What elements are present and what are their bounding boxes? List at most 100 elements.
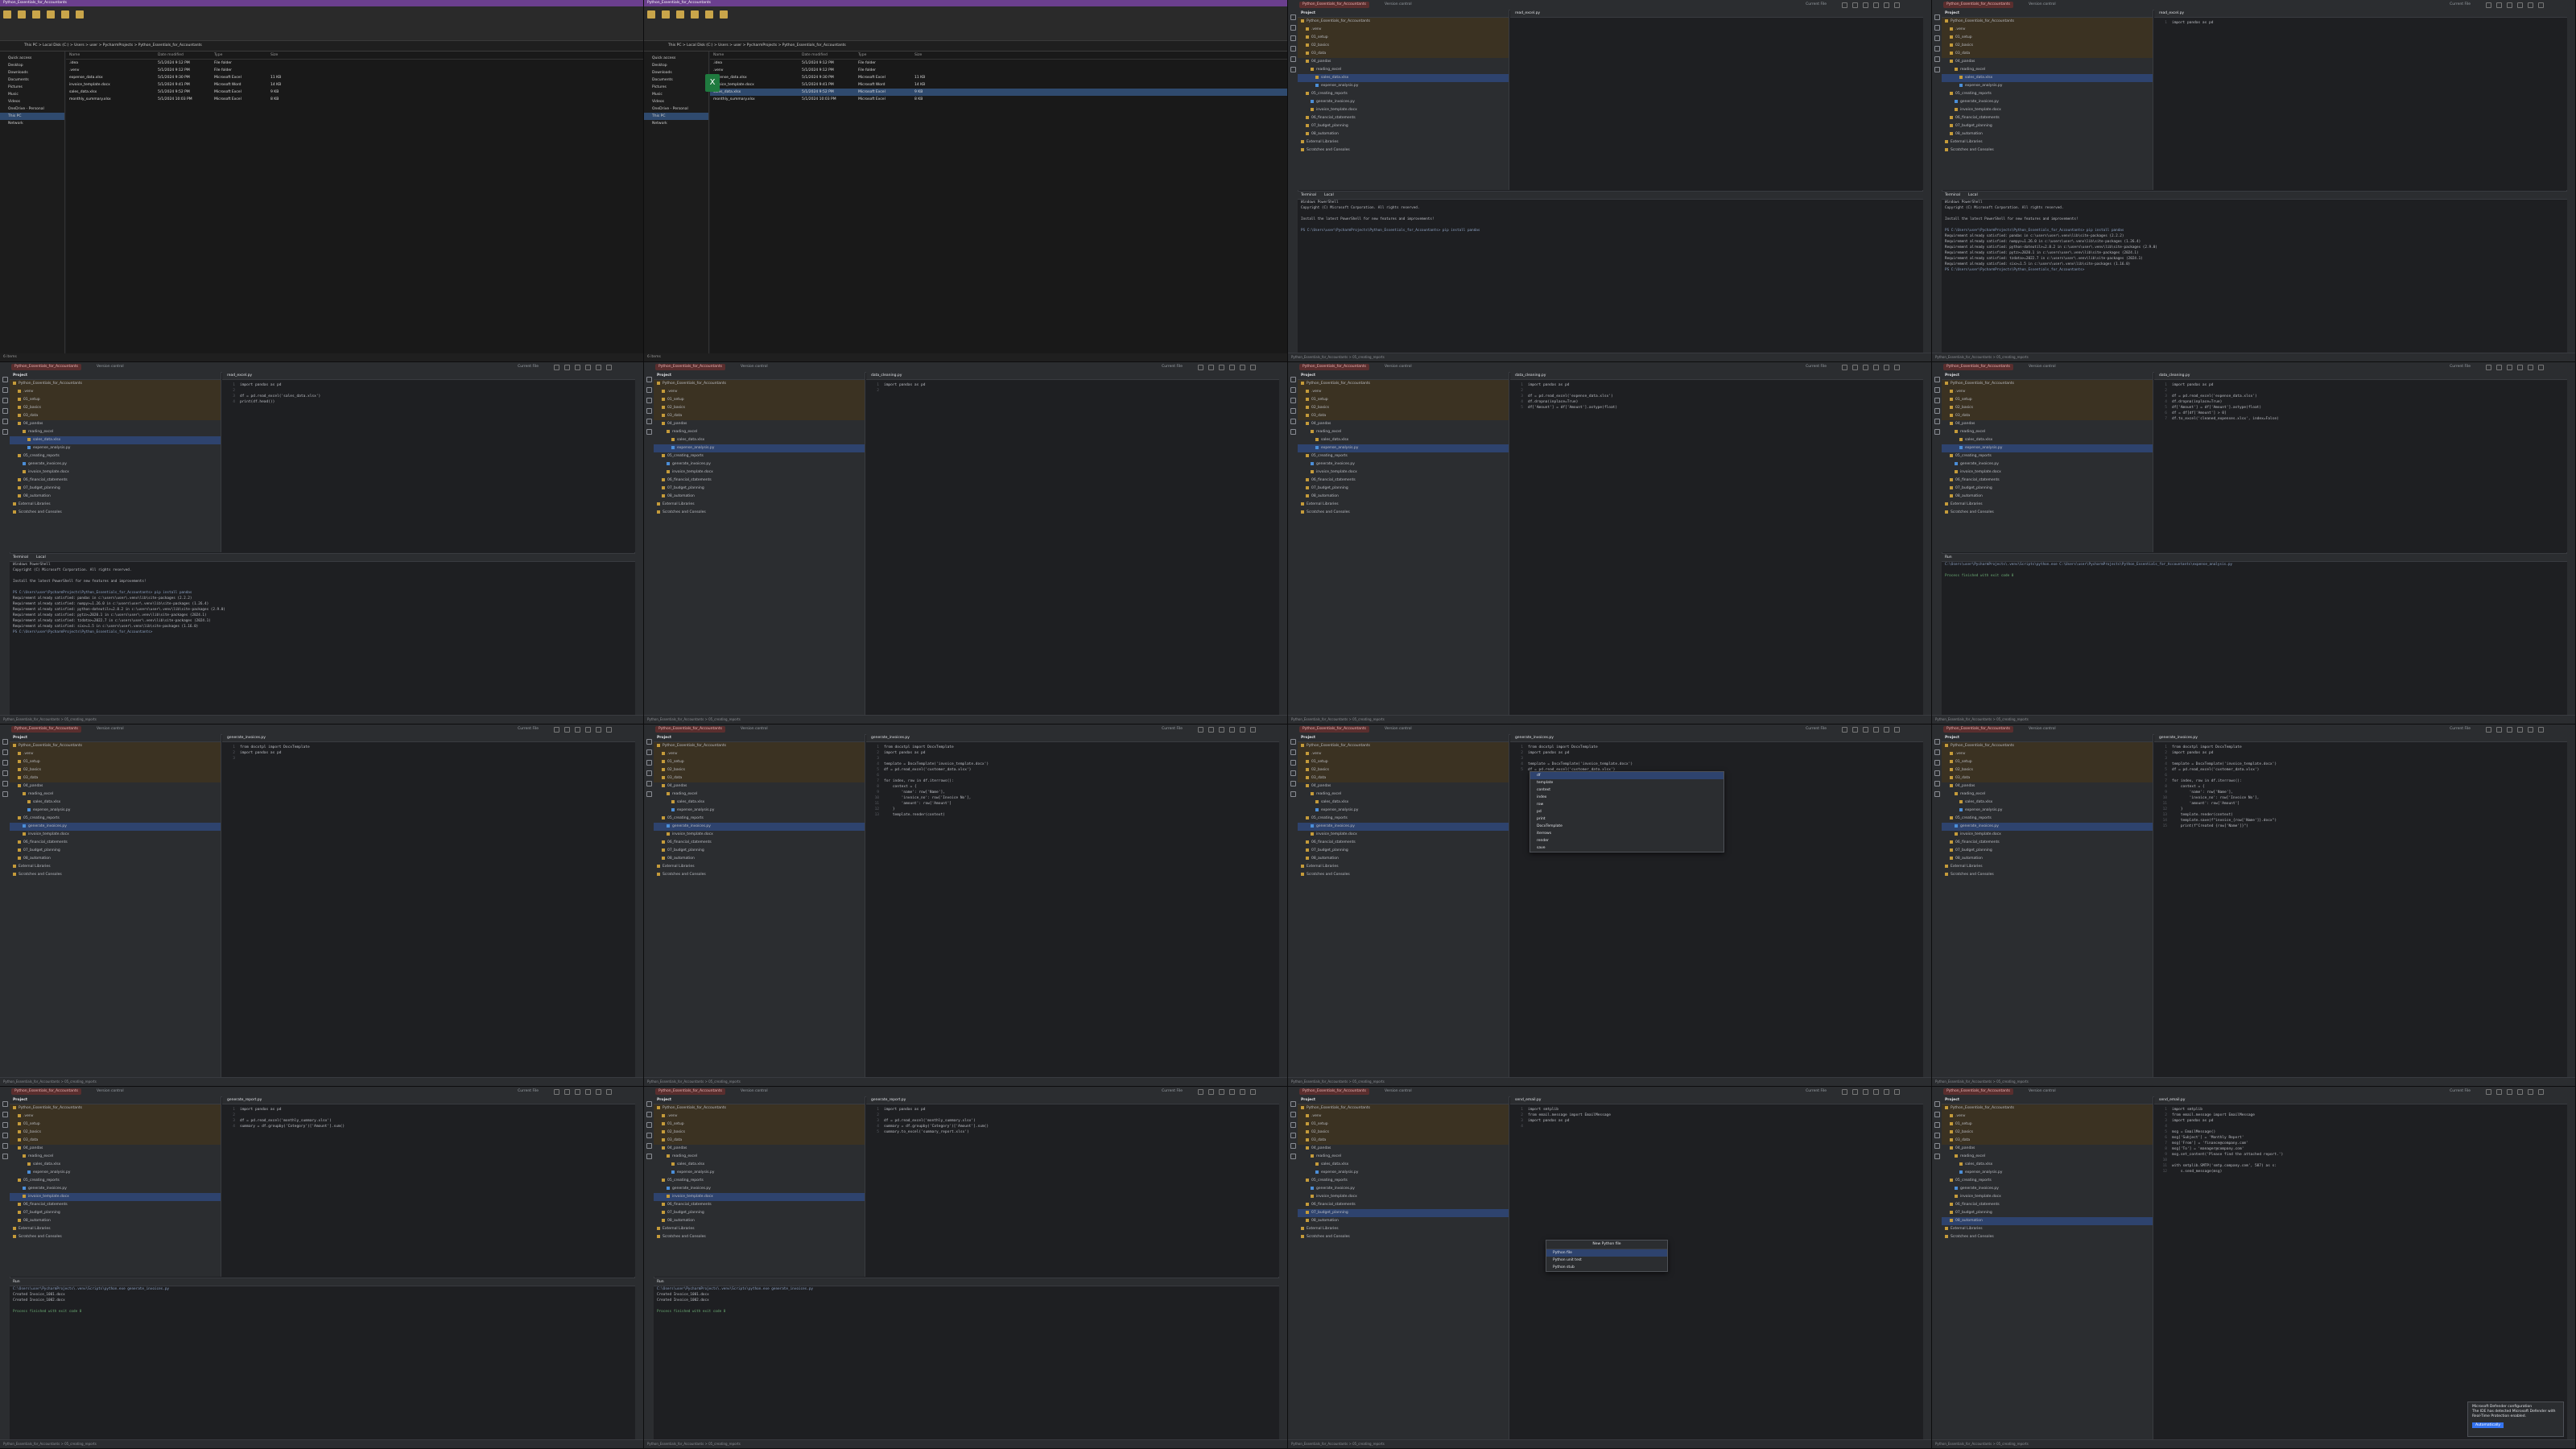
tree-item[interactable]: sales_data.xlsx: [1298, 799, 1509, 807]
tree-item[interactable]: expense_analysis.py: [1942, 82, 2153, 90]
code-area[interactable]: 1 import pandas as pd 2 3 df = pd.read_excel…: [222, 380, 635, 405]
console-output[interactable]: C:\Users\user\PycharmProjects\.venv\Scri…: [1942, 562, 2567, 579]
tree-item[interactable]: expense_analysis.py: [1298, 444, 1509, 452]
tree-item[interactable]: Python_Essentials_for_Accountants: [1298, 380, 1509, 388]
close-icon[interactable]: [1894, 1089, 1900, 1095]
tree-item[interactable]: 08_automation: [1942, 493, 2153, 501]
window-controls[interactable]: [2483, 1088, 2572, 1095]
tree-item[interactable]: invoice_template.docx: [1298, 1193, 1509, 1201]
tree-item[interactable]: 02_basics: [10, 1129, 221, 1137]
nav-item[interactable]: OneDrive - Personal: [0, 105, 64, 113]
rename-icon[interactable]: [691, 10, 699, 19]
window-controls[interactable]: [1195, 364, 1284, 370]
tree-item[interactable]: Python_Essentials_for_Accountants: [654, 742, 865, 750]
console-tab[interactable]: Terminal: [1301, 193, 1316, 197]
console-tab[interactable]: Terminal: [1945, 193, 1960, 197]
tree-item[interactable]: 05_creating_reports: [654, 815, 865, 823]
nav-item[interactable]: Downloads: [644, 69, 708, 76]
run-config-selector[interactable]: Current File: [1806, 726, 1827, 733]
autocomplete-item[interactable]: context: [1530, 786, 1724, 794]
terminal-icon[interactable]: [1290, 1143, 1296, 1149]
tree-item[interactable]: 07_budget_planning: [10, 847, 221, 855]
close-icon[interactable]: [2538, 727, 2544, 733]
autocomplete-item[interactable]: iterrows: [1530, 830, 1724, 837]
delete-icon[interactable]: [705, 10, 713, 19]
tree-item[interactable]: 01_setup: [1298, 758, 1509, 766]
tree-item[interactable]: generate_invoices.py: [1298, 823, 1509, 831]
tree-item[interactable]: invoice_template.docx: [1298, 106, 1509, 114]
tree-item[interactable]: 06_financial_statements: [1298, 839, 1509, 847]
vcs-widget[interactable]: Version control: [1385, 2, 1412, 8]
tree-item[interactable]: Scratches and Consoles: [1298, 509, 1509, 517]
tree-item[interactable]: Python_Essentials_for_Accountants: [1298, 1104, 1509, 1113]
tree-item[interactable]: Python_Essentials_for_Accountants: [1298, 18, 1509, 26]
tree-item[interactable]: reading_excel: [654, 428, 865, 436]
minimize-icon[interactable]: [2528, 1089, 2533, 1095]
tree-item[interactable]: External Libraries: [10, 863, 221, 871]
tree-item[interactable]: .venv: [654, 1113, 865, 1121]
tree-item[interactable]: 07_budget_planning: [1298, 122, 1509, 130]
problems-icon[interactable]: [1290, 429, 1296, 435]
tree-item[interactable]: 08_automation: [1298, 130, 1509, 138]
project-switcher[interactable]: Python_Essentials_for_Accountants: [655, 1088, 725, 1095]
tree-item[interactable]: expense_analysis.py: [1298, 82, 1509, 90]
tree-item[interactable]: 05_creating_reports: [1298, 815, 1509, 823]
python-packages-icon[interactable]: [1934, 408, 1940, 414]
structure-icon[interactable]: [646, 398, 652, 403]
problems-icon[interactable]: [646, 429, 652, 435]
tree-item[interactable]: Scratches and Consoles: [654, 871, 865, 879]
tree-item[interactable]: Python_Essentials_for_Accountants: [10, 742, 221, 750]
settings-icon[interactable]: [1229, 365, 1235, 370]
nav-item[interactable]: Music: [0, 91, 64, 98]
tree-item[interactable]: invoice_template.docx: [654, 469, 865, 477]
console-tab[interactable]: Local: [1968, 193, 1978, 197]
code-editor[interactable]: read_excel.py 1 import pandas as pd 2 3 df =…: [222, 372, 635, 552]
project-icon[interactable]: [2, 377, 8, 382]
nav-item[interactable]: Videos: [0, 98, 64, 105]
tree-item[interactable]: 08_automation: [654, 855, 865, 863]
minimize-icon[interactable]: [596, 727, 601, 733]
structure-icon[interactable]: [1290, 35, 1296, 41]
tree-item[interactable]: invoice_template.docx: [1298, 831, 1509, 839]
editor-tab[interactable]: data_cleaning.py: [1510, 372, 1550, 379]
code-editor[interactable]: data_cleaning.py 1 import pandas as pd 2 3 d…: [2154, 372, 2567, 552]
project-icon[interactable]: [646, 1101, 652, 1107]
debug-icon[interactable]: [1852, 1089, 1858, 1095]
python-packages-icon[interactable]: [2, 770, 8, 776]
vcs-widget[interactable]: Version control: [1385, 726, 1412, 733]
tree-item[interactable]: 08_automation: [1942, 855, 2153, 863]
window-controls[interactable]: [2483, 364, 2572, 370]
debug-icon[interactable]: [1208, 1089, 1214, 1095]
tree-item[interactable]: 01_setup: [1942, 34, 2153, 42]
editor-tab[interactable]: data_cleaning.py: [866, 372, 906, 379]
tree-item[interactable]: invoice_template.docx: [654, 1193, 865, 1201]
structure-icon[interactable]: [1934, 760, 1940, 766]
python-packages-icon[interactable]: [1290, 1133, 1296, 1138]
tree-item[interactable]: 02_basics: [1942, 766, 2153, 774]
tree-item[interactable]: 03_data: [1298, 412, 1509, 420]
nav-item[interactable]: Downloads: [0, 69, 64, 76]
search-icon[interactable]: [575, 727, 580, 733]
terminal-icon[interactable]: [646, 419, 652, 424]
code-area[interactable]: 1 from docxtpl import DocxTemplate 2 import…: [222, 742, 635, 762]
tree-item[interactable]: 06_financial_statements: [1298, 114, 1509, 122]
structure-icon[interactable]: [1934, 35, 1940, 41]
terminal-icon[interactable]: [1934, 56, 1940, 62]
minimize-icon[interactable]: [1884, 365, 1889, 370]
vcs-widget[interactable]: Version control: [1385, 364, 1412, 370]
tree-item[interactable]: generate_invoices.py: [10, 823, 221, 831]
tree-item[interactable]: invoice_template.docx: [1942, 831, 2153, 839]
tree-item[interactable]: Scratches and Consoles: [1942, 147, 2153, 155]
autocomplete-item[interactable]: template: [1530, 779, 1724, 786]
project-icon[interactable]: [1934, 377, 1940, 382]
run-icon[interactable]: [554, 727, 559, 733]
column-header[interactable]: Name: [710, 52, 802, 59]
tree-item[interactable]: 08_automation: [1942, 130, 2153, 138]
tree-item[interactable]: generate_invoices.py: [10, 1185, 221, 1193]
terminal-icon[interactable]: [2, 1143, 8, 1149]
tree-item[interactable]: expense_analysis.py: [654, 1169, 865, 1177]
tree-item[interactable]: 01_setup: [1942, 758, 2153, 766]
paste-icon[interactable]: [32, 10, 40, 19]
run-config-selector[interactable]: Current File: [518, 726, 539, 733]
tree-item[interactable]: expense_analysis.py: [654, 807, 865, 815]
